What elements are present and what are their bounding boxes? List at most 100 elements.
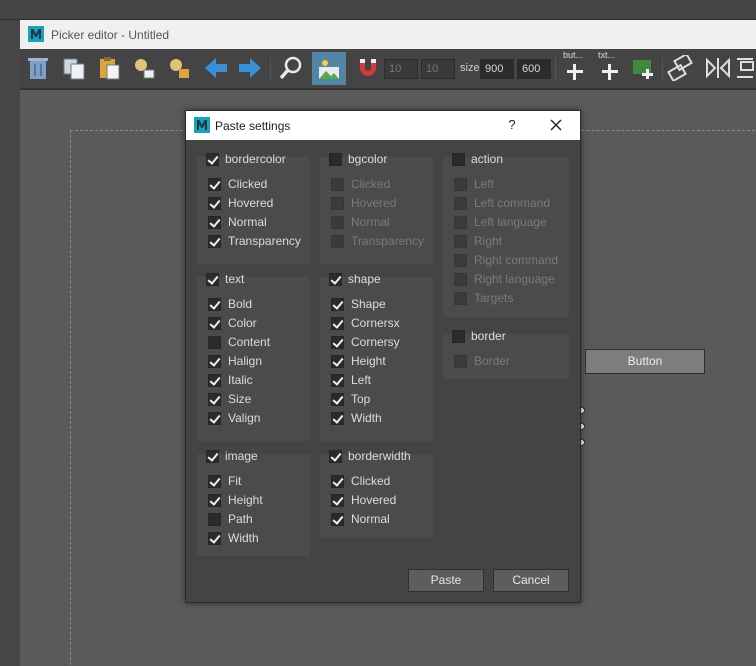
option-shape-cornersy[interactable]: Cornersy (331, 335, 400, 349)
option-text-italic[interactable]: Italic (208, 373, 253, 387)
delete-button[interactable] (23, 53, 53, 83)
option-shape-height[interactable]: Height (331, 354, 386, 368)
checkbox[interactable] (208, 297, 221, 311)
paste-button[interactable] (94, 53, 124, 83)
checkbox[interactable] (331, 373, 344, 387)
checkbox[interactable] (208, 392, 221, 406)
checkbox[interactable] (208, 316, 221, 330)
undo-button[interactable] (201, 53, 231, 83)
checkbox[interactable] (452, 329, 465, 343)
checkbox[interactable] (331, 474, 344, 488)
checkbox[interactable] (329, 272, 342, 286)
paste-settings-button[interactable] (164, 53, 194, 83)
option-image-fit[interactable]: Fit (208, 474, 241, 488)
checkbox[interactable] (208, 373, 221, 387)
size-width-input[interactable]: 900 (480, 59, 514, 79)
redo-button[interactable] (235, 53, 265, 83)
group-action-checkbox[interactable]: action (452, 152, 503, 166)
align-button[interactable] (734, 53, 756, 83)
checkbox[interactable] (208, 215, 221, 229)
checkbox[interactable] (206, 449, 219, 463)
checkbox[interactable] (208, 354, 221, 368)
checkbox[interactable] (331, 411, 344, 425)
group-text-checkbox[interactable]: text (206, 272, 244, 286)
checkbox[interactable] (208, 177, 221, 191)
checkbox[interactable] (208, 531, 221, 545)
help-button[interactable]: ? (504, 117, 520, 133)
arrow-right-icon (239, 58, 261, 78)
option-bordercolor-transparency[interactable]: Transparency (208, 234, 301, 248)
checkbox[interactable] (331, 493, 344, 507)
checkbox[interactable] (452, 152, 465, 166)
option-text-size[interactable]: Size (208, 392, 251, 406)
checkbox[interactable] (206, 272, 219, 286)
option-shape-cornersx[interactable]: Cornersx (331, 316, 400, 330)
checkbox[interactable] (208, 335, 221, 349)
option-shape-left[interactable]: Left (331, 373, 371, 387)
option-text-content[interactable]: Content (208, 335, 270, 349)
checkbox[interactable] (331, 297, 344, 311)
checkbox[interactable] (329, 152, 342, 166)
option-borderwidth-hovered[interactable]: Hovered (331, 493, 396, 507)
option-bgcolor-normal: Normal (331, 215, 390, 229)
checkbox[interactable] (331, 354, 344, 368)
grid-x-input[interactable]: 10 (384, 59, 418, 79)
group-image-checkbox[interactable]: image (206, 449, 258, 463)
group-shape-checkbox[interactable]: shape (329, 272, 381, 286)
checkbox (331, 196, 344, 210)
checkbox[interactable] (208, 411, 221, 425)
checkbox[interactable] (331, 335, 344, 349)
checkbox[interactable] (331, 512, 344, 526)
checkbox[interactable] (208, 474, 221, 488)
option-action-targets: Targets (454, 291, 513, 305)
size-height-input[interactable]: 600 (517, 59, 551, 79)
maya-logo-icon (28, 26, 44, 42)
checkbox[interactable] (329, 449, 342, 463)
option-text-bold[interactable]: Bold (208, 297, 252, 311)
search-button[interactable] (276, 53, 306, 83)
canvas-picker-button[interactable]: Button (585, 349, 705, 374)
copy-button[interactable] (59, 53, 89, 83)
close-icon[interactable] (548, 117, 564, 133)
option-bordercolor-hovered[interactable]: Hovered (208, 196, 273, 210)
checkbox[interactable] (208, 234, 221, 248)
checkbox[interactable] (331, 392, 344, 406)
option-image-height[interactable]: Height (208, 493, 263, 507)
group-bordercolor-checkbox[interactable]: bordercolor (206, 152, 286, 166)
option-label: Valign (228, 411, 261, 425)
option-text-halign[interactable]: Halign (208, 354, 262, 368)
magnet-icon (360, 59, 376, 76)
option-shape-shape[interactable]: Shape (331, 297, 386, 311)
checkbox[interactable] (208, 512, 221, 526)
cancel-button[interactable]: Cancel (493, 569, 569, 592)
group-bgcolor-checkbox[interactable]: bgcolor (329, 152, 387, 166)
checkbox[interactable] (208, 493, 221, 507)
add-background-button[interactable] (628, 53, 658, 83)
checkbox[interactable] (206, 152, 219, 166)
add-text-button[interactable]: txt... (595, 50, 625, 83)
arrange-button[interactable] (665, 53, 695, 83)
background-image-button[interactable] (312, 52, 346, 85)
group-border-checkbox[interactable]: border (452, 329, 506, 343)
add-button-button[interactable]: but... (560, 50, 590, 83)
dialog-title: Paste settings (215, 119, 291, 133)
toolbar-separator (270, 57, 271, 81)
option-borderwidth-normal[interactable]: Normal (331, 512, 390, 526)
option-image-width[interactable]: Width (208, 531, 259, 545)
option-shape-width[interactable]: Width (331, 411, 382, 425)
snap-button[interactable] (353, 53, 383, 83)
option-borderwidth-clicked[interactable]: Clicked (331, 474, 390, 488)
mirror-button[interactable] (703, 53, 733, 83)
option-shape-top[interactable]: Top (331, 392, 370, 406)
option-text-color[interactable]: Color (208, 316, 257, 330)
option-text-valign[interactable]: Valign (208, 411, 260, 425)
paste-button[interactable]: Paste (408, 569, 484, 592)
option-image-path[interactable]: Path (208, 512, 253, 526)
checkbox[interactable] (331, 316, 344, 330)
option-bordercolor-normal[interactable]: Normal (208, 215, 267, 229)
checkbox[interactable] (208, 196, 221, 210)
copy-settings-button[interactable] (129, 53, 159, 83)
group-borderwidth-checkbox[interactable]: borderwidth (329, 449, 411, 463)
option-bordercolor-clicked[interactable]: Clicked (208, 177, 267, 191)
grid-y-input[interactable]: 10 (421, 59, 455, 79)
